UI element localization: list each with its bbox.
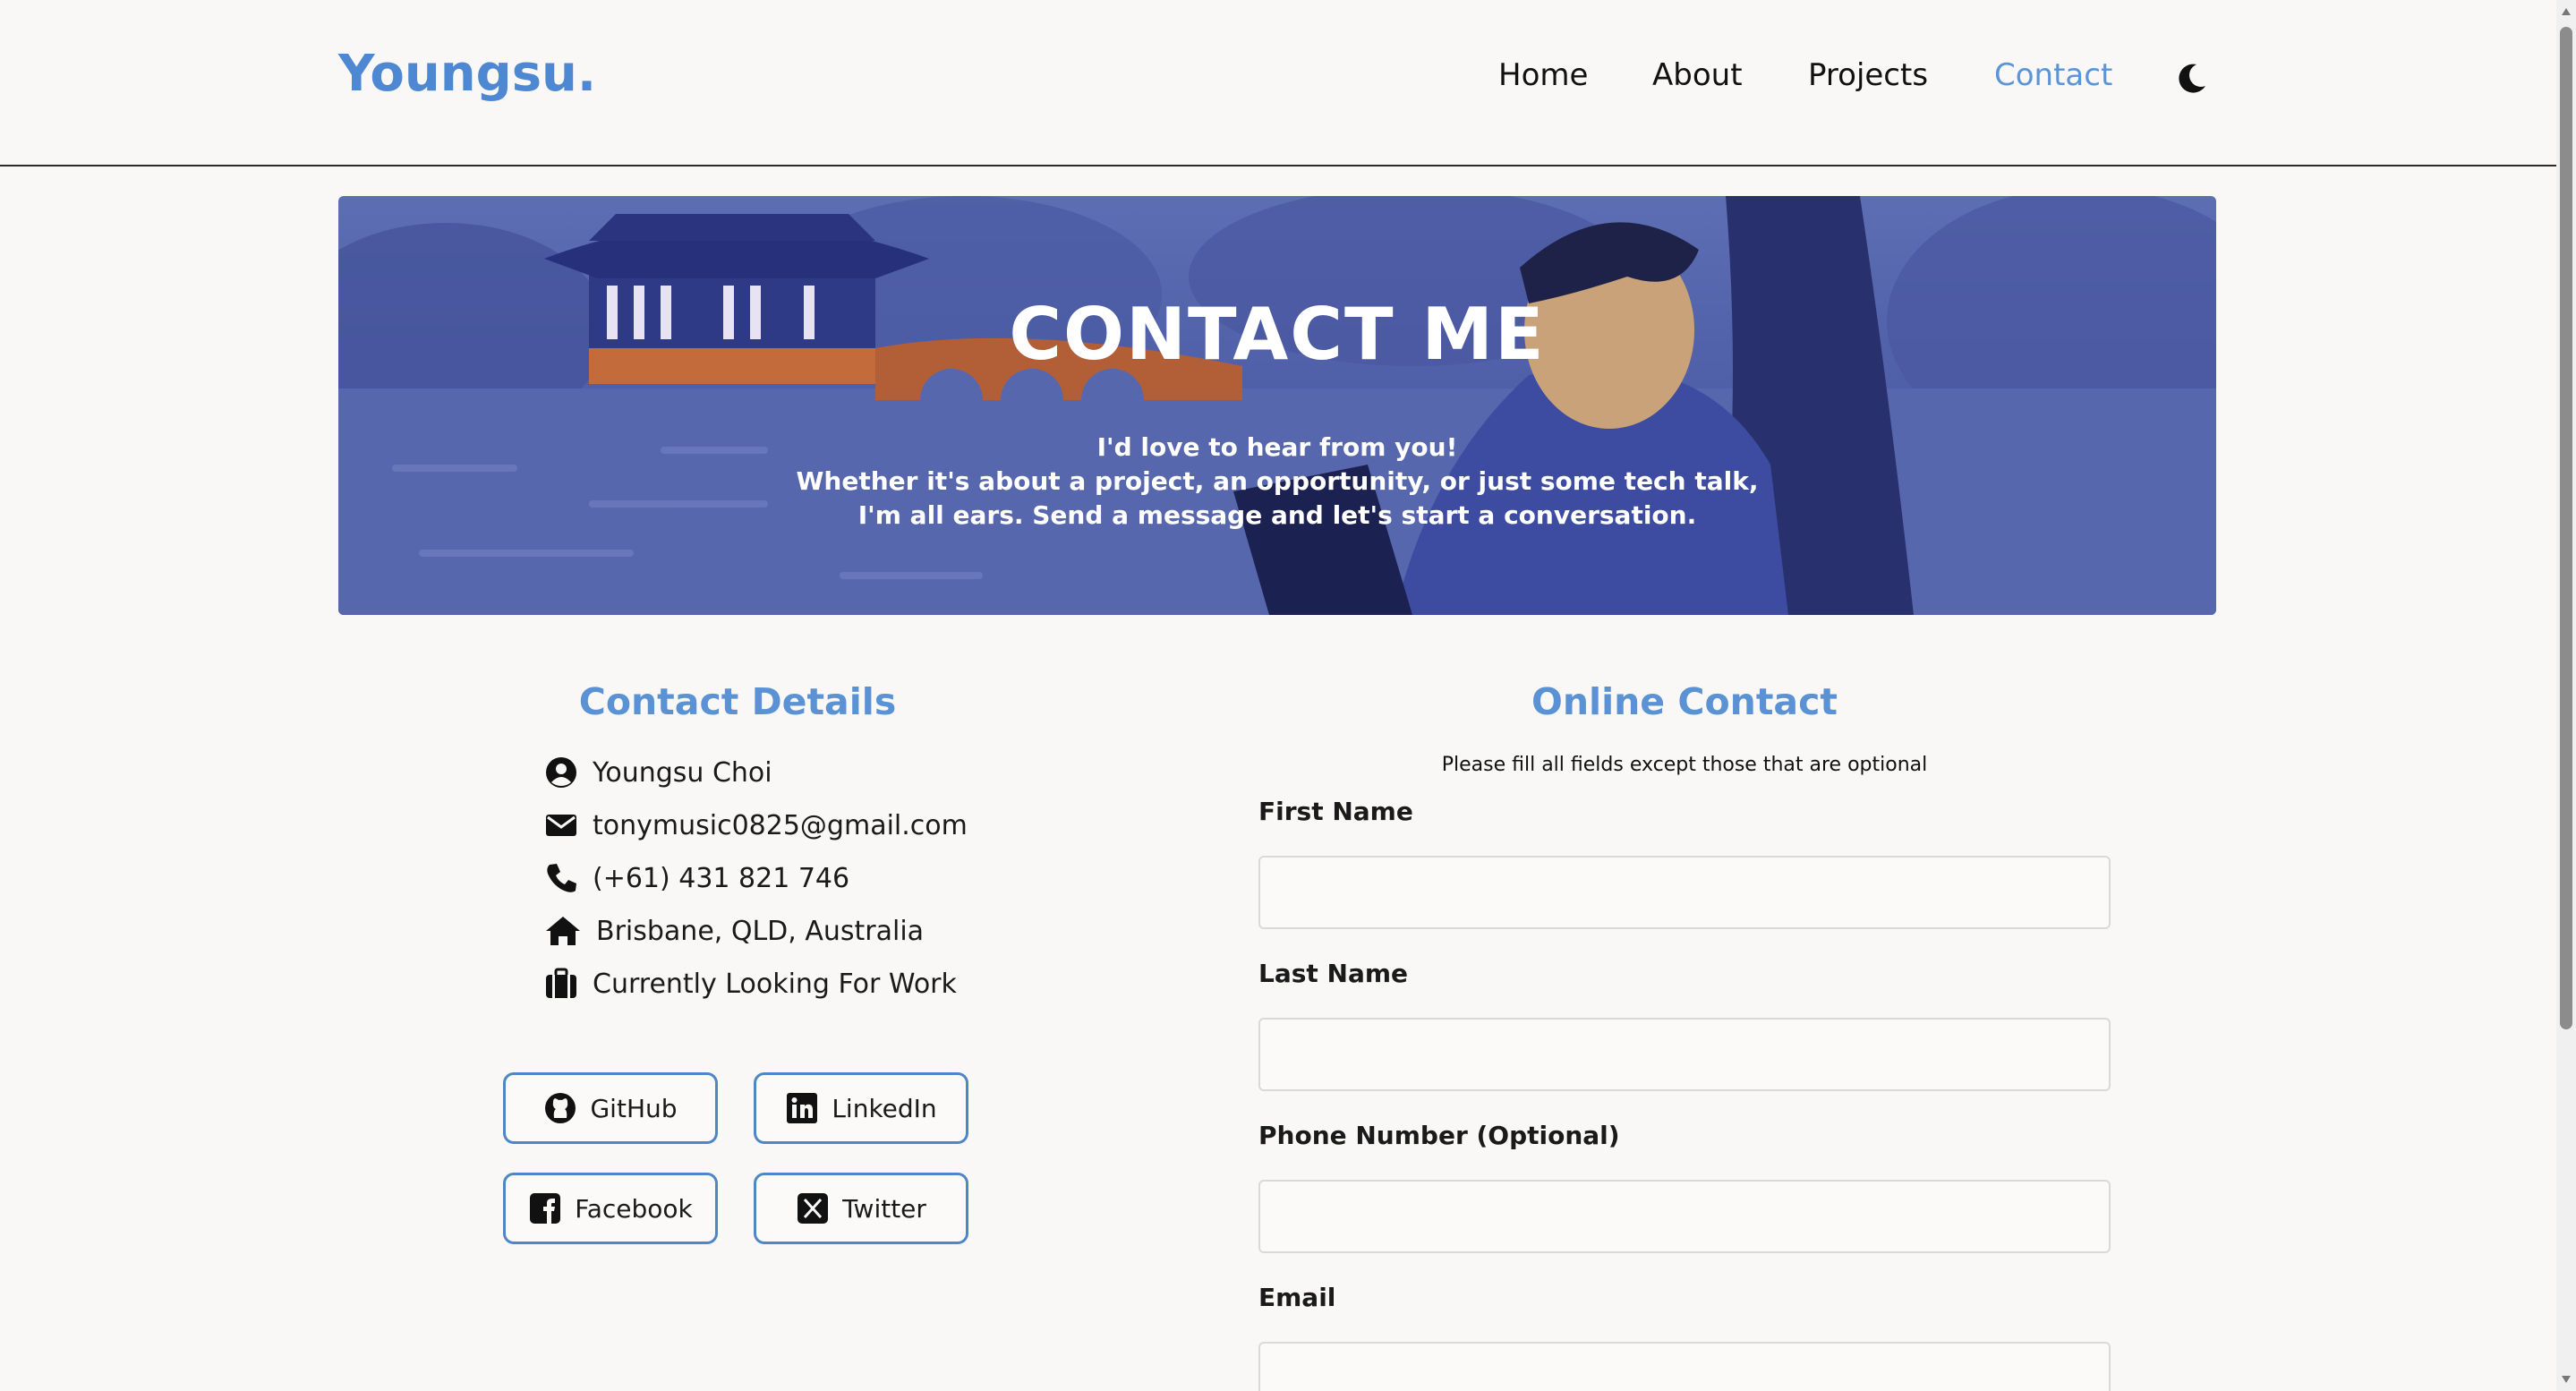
detail-phone: (+61) 431 821 746	[544, 860, 849, 896]
site-logo[interactable]: Youngsu.	[338, 45, 596, 103]
banner-line-2: Whether it's about a project, an opportu…	[796, 466, 1759, 496]
x-twitter-icon	[798, 1193, 829, 1224]
last-name-label: Last Name	[1258, 959, 1409, 988]
facebook-button[interactable]: Facebook	[503, 1173, 718, 1244]
banner-line-1: I'd love to hear from you!	[1096, 432, 1458, 462]
linkedin-icon	[787, 1093, 818, 1123]
banner-title: CONTACT ME	[1009, 293, 1546, 376]
github-label: GitHub	[590, 1093, 678, 1123]
nav-about[interactable]: About	[1652, 57, 1743, 93]
phone-number-input[interactable]	[1258, 1180, 2111, 1253]
form-note: Please fill all fields except those that…	[1441, 754, 1928, 776]
page-scrollbar[interactable]	[2556, 0, 2576, 1391]
detail-status: Currently Looking For Work	[544, 966, 957, 1002]
online-contact-title: Online Contact	[1531, 680, 1838, 723]
detail-location: Brisbane, QLD, Australia	[544, 913, 924, 949]
user-circle-icon	[546, 757, 576, 788]
scroll-up-arrow-icon[interactable]	[2560, 5, 2572, 18]
home-icon	[546, 917, 580, 945]
detail-status-text: Currently Looking For Work	[593, 968, 957, 1000]
contact-banner: CONTACT ME I'd love to hear from you! Wh…	[338, 196, 2216, 615]
scrollbar-thumb[interactable]	[2560, 27, 2572, 1029]
detail-email-text[interactable]: tonymusic0825@gmail.com	[593, 810, 968, 841]
detail-name: Youngsu Choi	[544, 755, 772, 790]
scroll-down-arrow-icon[interactable]	[2560, 1373, 2572, 1386]
nav-home[interactable]: Home	[1498, 57, 1588, 93]
envelope-icon	[546, 815, 576, 836]
github-button[interactable]: GitHub	[503, 1072, 718, 1144]
banner-line-3: I'm all ears. Send a message and let's s…	[857, 500, 1697, 530]
first-name-input[interactable]	[1258, 856, 2111, 929]
briefcase-icon	[546, 968, 576, 998]
detail-email: tonymusic0825@gmail.com	[544, 807, 968, 843]
linkedin-button[interactable]: LinkedIn	[754, 1072, 968, 1144]
contact-details-title: Contact Details	[578, 680, 897, 723]
detail-location-text: Brisbane, QLD, Australia	[596, 915, 925, 947]
banner-illustration	[338, 196, 2216, 615]
facebook-label: Facebook	[575, 1193, 693, 1224]
phone-icon	[547, 864, 576, 892]
email-input[interactable]	[1258, 1342, 2111, 1391]
nav-contact[interactable]: Contact	[1994, 57, 2112, 93]
last-name-input[interactable]	[1258, 1018, 2111, 1091]
detail-phone-text[interactable]: (+61) 431 821 746	[593, 863, 849, 894]
facebook-icon	[530, 1193, 561, 1224]
twitter-button[interactable]: Twitter	[754, 1173, 968, 1244]
github-icon	[545, 1093, 576, 1123]
linkedin-label: LinkedIn	[832, 1093, 937, 1123]
site-header: Youngsu. Home About Projects Contact	[0, 0, 2556, 166]
moon-icon[interactable]	[2173, 61, 2209, 97]
email-label: Email	[1258, 1283, 1336, 1312]
first-name-label: First Name	[1258, 797, 1413, 826]
twitter-label: Twitter	[842, 1193, 926, 1224]
nav-projects[interactable]: Projects	[1808, 57, 1928, 93]
detail-name-text: Youngsu Choi	[593, 756, 772, 789]
phone-number-label: Phone Number (Optional)	[1258, 1121, 1620, 1150]
